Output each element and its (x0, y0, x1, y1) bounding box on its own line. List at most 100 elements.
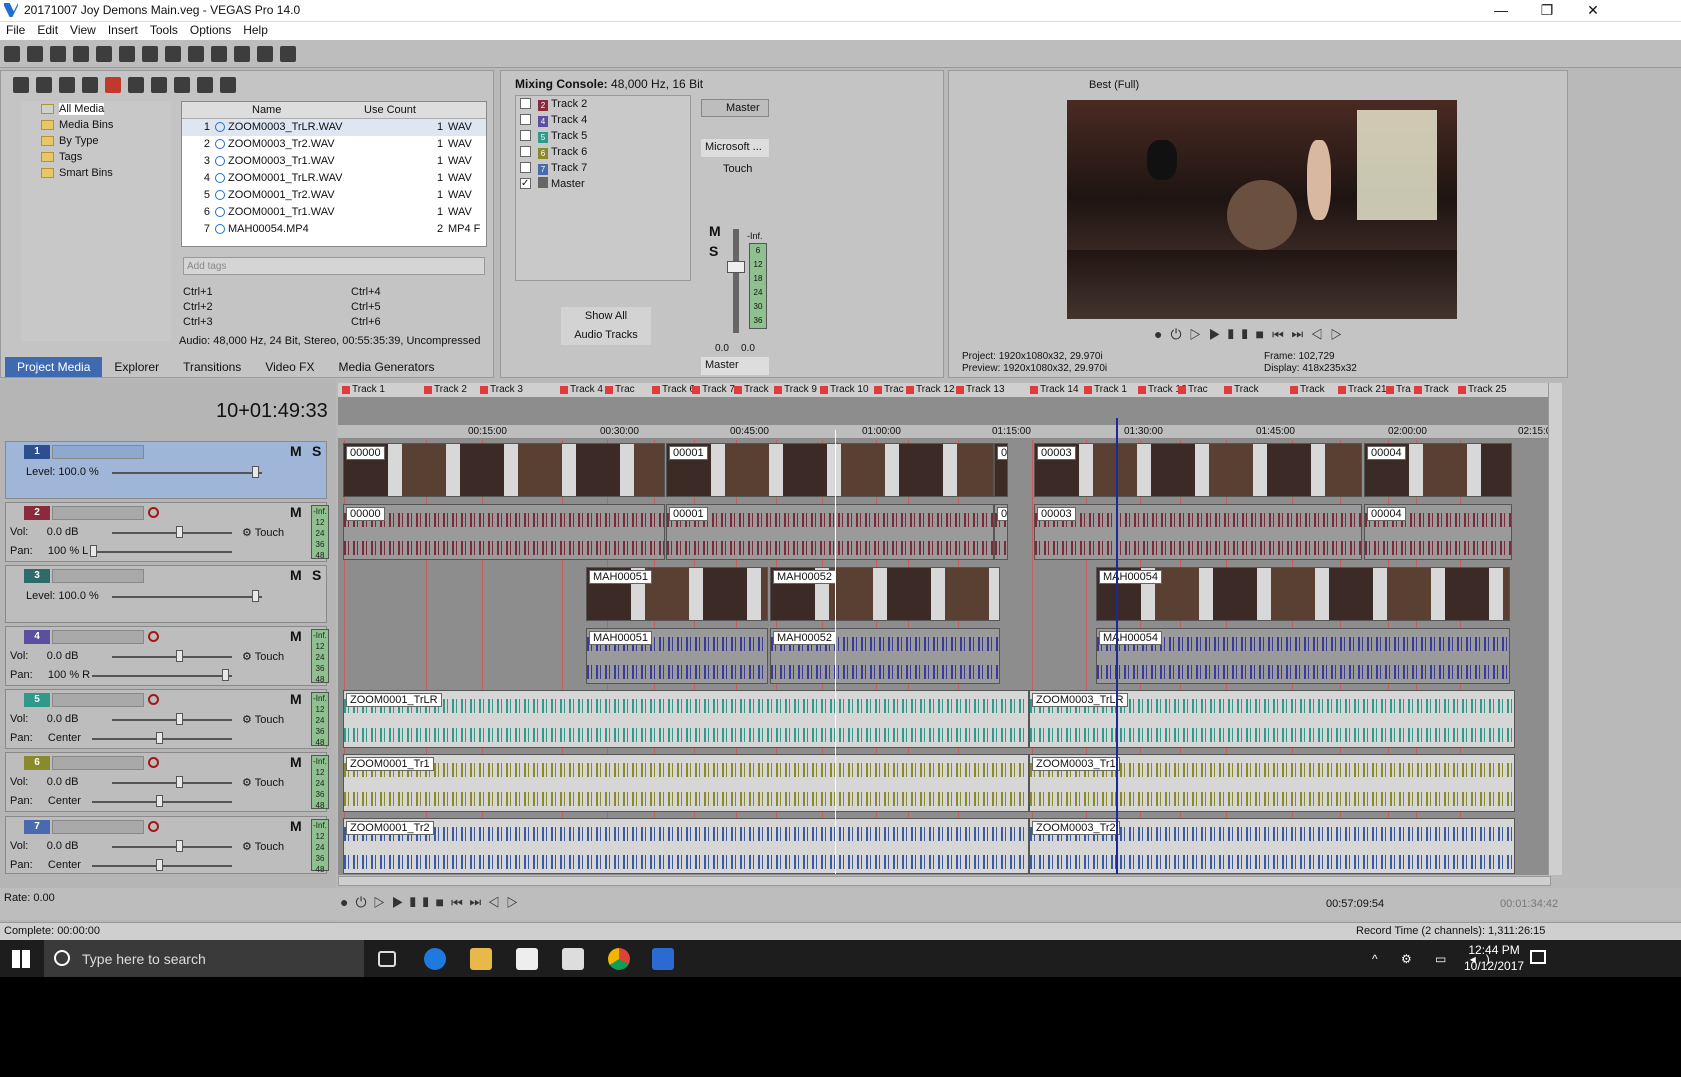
pan-slider-knob[interactable] (222, 669, 229, 681)
audio-event[interactable]: ZOOM0003_Tr2 (1029, 818, 1515, 874)
track-name-field[interactable] (52, 506, 144, 520)
audio-event[interactable]: MAH00054 (1096, 628, 1510, 684)
arm-record-icon[interactable] (148, 507, 159, 518)
media-row[interactable]: 3 ZOOM0003_Tr1.WAV 1 WAV (182, 153, 486, 170)
pan-slider-knob[interactable] (156, 795, 163, 807)
track-name-field[interactable] (52, 756, 144, 770)
shortcut-5[interactable]: Ctrl+5 (351, 300, 381, 315)
device-select[interactable]: Microsoft ... (701, 139, 769, 157)
stop-icon[interactable] (174, 77, 190, 93)
shortcut-2[interactable]: Ctrl+2 (183, 301, 213, 313)
audio-event[interactable]: MAH00052 (770, 628, 1000, 684)
search-icon[interactable] (220, 77, 236, 93)
edge-icon[interactable] (424, 948, 446, 970)
redo-icon[interactable] (234, 46, 250, 62)
transport-controls[interactable]: ●⏻▷▶❚❚■⏮⏭◁▷ (340, 894, 525, 911)
tab-media-generators[interactable]: Media Generators (326, 357, 446, 377)
region-marker[interactable]: Track (1222, 383, 1259, 397)
mail-icon[interactable] (562, 948, 584, 970)
chrome-icon[interactable] (608, 948, 630, 970)
volume-slider-knob[interactable] (176, 650, 183, 662)
column-use-count[interactable]: Use Count (364, 102, 416, 119)
preview-transport[interactable]: ●⏻▷▶❚❚■⏮⏭◁▷ (1154, 326, 1350, 343)
volume-slider[interactable] (112, 719, 232, 721)
notifications-icon[interactable] (1530, 950, 1546, 964)
mute-button[interactable]: M (290, 443, 302, 459)
tree-all-media[interactable]: All Media (21, 101, 171, 117)
mixer-track-item[interactable]: 6 Track 6 (516, 144, 690, 160)
horizontal-scrollbar[interactable] (338, 876, 1551, 886)
video-event[interactable]: MAH00052 (770, 567, 1000, 621)
track-number[interactable]: 5 (24, 693, 50, 707)
render-icon[interactable] (96, 46, 112, 62)
tree-smart-bins[interactable]: Smart Bins (21, 165, 171, 181)
video-event[interactable]: 00000 (343, 443, 665, 497)
playhead-cursor[interactable] (1116, 418, 1118, 874)
track-name-field[interactable] (52, 820, 144, 834)
save-icon[interactable] (50, 46, 66, 62)
mixer-track-item[interactable]: 7 Track 7 (516, 160, 690, 176)
automation-touch[interactable]: ⚙ Touch (242, 840, 284, 853)
level-slider[interactable] (112, 472, 262, 474)
preview-quality[interactable]: Best (Full) (1089, 79, 1139, 91)
track-header-7[interactable]: 7MSVol: 0.0 dBPan: Center⚙ Touch-Inf.122… (5, 816, 329, 874)
minimize-button[interactable]: — (1478, 0, 1524, 22)
tab-explorer[interactable]: Explorer (102, 357, 171, 377)
video-event[interactable]: 00001 (666, 443, 994, 497)
tags-input[interactable]: Add tags (183, 257, 485, 275)
menu-help[interactable]: Help (237, 22, 274, 37)
media-row[interactable]: 2 ZOOM0003_Tr2.WAV 1 WAV (182, 136, 486, 153)
mixer-track-item[interactable]: 4 Track 4 (516, 112, 690, 128)
audio-event[interactable]: 00 (994, 504, 1008, 560)
pan-slider-knob[interactable] (156, 732, 163, 744)
automation-mode[interactable]: Touch (701, 163, 769, 175)
audio-event[interactable]: MAH00051 (586, 628, 768, 684)
track-header-6[interactable]: 6MSVol: 0.0 dBPan: Center⚙ Touch-Inf.122… (5, 752, 329, 812)
menu-options[interactable]: Options (184, 22, 237, 37)
pan-slider-knob[interactable] (156, 859, 163, 871)
arm-record-icon[interactable] (148, 631, 159, 642)
tree-by-type[interactable]: By Type (21, 133, 171, 149)
track-checkbox[interactable]: ✓ (520, 178, 531, 189)
track-number[interactable]: 2 (24, 506, 50, 520)
taskbar-search[interactable]: Type here to search (44, 940, 364, 977)
region-marker[interactable]: Track 21 (1336, 383, 1387, 397)
solo-button[interactable]: S (312, 567, 321, 583)
solo-button[interactable]: S (709, 243, 718, 259)
store-icon[interactable] (516, 948, 538, 970)
region-marker[interactable]: Trac (872, 383, 904, 397)
volume-slider[interactable] (112, 532, 232, 534)
tree-tags[interactable]: Tags (21, 149, 171, 165)
pan-slider-knob[interactable] (90, 545, 97, 557)
audio-event[interactable]: 00000 (343, 504, 665, 560)
tab-transitions[interactable]: Transitions (171, 357, 253, 377)
track-name-field[interactable] (52, 693, 144, 707)
region-marker[interactable]: Track (1412, 383, 1449, 397)
show-all-audio-tracks[interactable]: Show All Audio Tracks (561, 307, 651, 345)
volume-slider-knob[interactable] (176, 713, 183, 725)
region-marker[interactable]: Track 3 (478, 383, 523, 397)
volume-slider[interactable] (112, 846, 232, 848)
mute-button[interactable]: M (290, 754, 302, 770)
maximize-button[interactable]: ❐ (1524, 0, 1570, 22)
video-event[interactable]: 00003 (1034, 443, 1362, 497)
automation-touch[interactable]: ⚙ Touch (242, 713, 284, 726)
region-marker[interactable]: Track 4 (558, 383, 603, 397)
region-marker[interactable]: Trac (1176, 383, 1208, 397)
solo-button[interactable]: S (312, 443, 321, 459)
track-name-field[interactable] (52, 445, 144, 459)
track-checkbox[interactable] (520, 98, 531, 109)
region-marker[interactable]: Track 9 (772, 383, 817, 397)
pan-slider[interactable] (92, 675, 232, 677)
arm-record-icon[interactable] (148, 757, 159, 768)
new-icon[interactable] (4, 46, 20, 62)
tab-video-fx[interactable]: Video FX (253, 357, 326, 377)
audio-event[interactable]: 00003 (1034, 504, 1362, 560)
region-marker[interactable]: Track (732, 383, 769, 397)
paste-icon[interactable] (188, 46, 204, 62)
region-marker[interactable]: Track 12 (904, 383, 955, 397)
track-checkbox[interactable] (520, 114, 531, 125)
mute-button[interactable]: M (290, 818, 302, 834)
track-checkbox[interactable] (520, 162, 531, 173)
tree-media-bins[interactable]: Media Bins (21, 117, 171, 133)
